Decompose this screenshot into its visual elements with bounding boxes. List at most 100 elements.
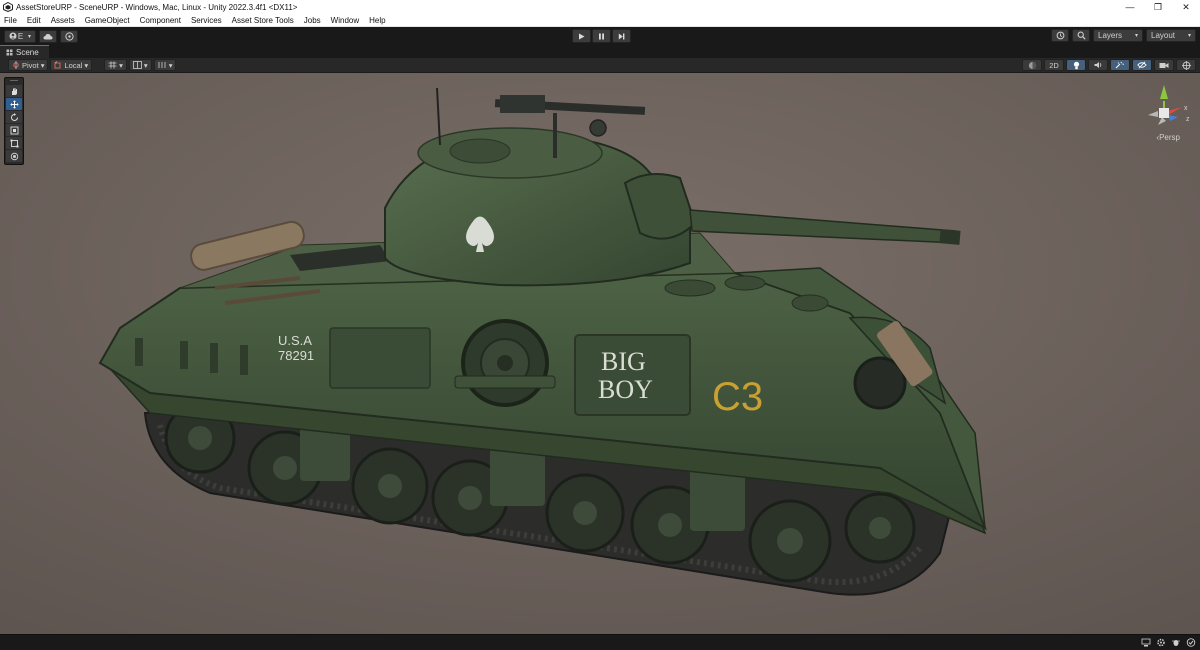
light-bulb-icon — [1073, 61, 1079, 69]
chevron-down-icon: ▾ — [1187, 33, 1191, 39]
menu-help[interactable]: Help — [364, 14, 390, 27]
hand-icon — [11, 87, 17, 95]
scene-icon — [6, 49, 13, 55]
account-icon — [9, 32, 17, 40]
transform-tool-button[interactable] — [6, 150, 22, 162]
snap-icon — [158, 62, 166, 68]
collab-button[interactable] — [60, 29, 78, 43]
pivot-icon — [13, 61, 19, 69]
play-icon — [579, 33, 585, 39]
draw-mode-dropdown[interactable] — [1022, 59, 1042, 71]
step-button[interactable] — [612, 29, 631, 43]
menu-gameobject[interactable]: GameObject — [80, 14, 135, 27]
local-icon — [55, 61, 61, 69]
chevron-down-icon: ▾ — [119, 60, 123, 70]
menu-bar: File Edit Assets GameObject Component Se… — [0, 14, 1200, 27]
tab-scene-label: Scene — [16, 47, 39, 57]
view-tool-button[interactable] — [6, 85, 22, 97]
play-controls — [572, 29, 631, 43]
menu-services[interactable]: Services — [186, 14, 227, 27]
chevron-down-icon: ▾ — [40, 60, 45, 70]
layers-dropdown[interactable]: Layers ▾ — [1093, 29, 1143, 42]
status-bar — [0, 634, 1200, 650]
tab-scene[interactable]: Scene — [0, 45, 49, 58]
effects-dropdown[interactable] — [1110, 59, 1130, 71]
audio-toggle[interactable] — [1088, 59, 1108, 71]
orientation-gizmo[interactable]: x z — [1134, 81, 1194, 153]
eye-slash-icon — [1137, 61, 1147, 69]
lighting-toggle[interactable] — [1066, 59, 1086, 71]
tank-nickname-boy: BOY — [598, 375, 653, 404]
rotate-icon — [10, 112, 18, 121]
camera-projection-label[interactable]: ‹Persp — [1156, 133, 1180, 142]
search-button[interactable] — [1072, 29, 1090, 42]
menu-component[interactable]: Component — [135, 14, 186, 27]
grid-snap-button[interactable]: ▾ — [104, 59, 127, 71]
check-icon[interactable] — [1186, 638, 1196, 647]
history-button[interactable] — [1051, 29, 1069, 42]
account-label: E — [17, 31, 24, 41]
pivot-dropdown[interactable]: Pivot ▾ — [8, 59, 49, 71]
network-icon[interactable] — [1141, 638, 1151, 647]
move-tool-button[interactable] — [6, 98, 22, 110]
gizmos-icon — [1181, 60, 1191, 70]
gizmo-axis-z: z — [1186, 116, 1190, 123]
chevron-down-icon: ▾ — [84, 60, 89, 70]
menu-jobs[interactable]: Jobs — [299, 14, 326, 27]
account-dropdown[interactable]: E ▾ — [4, 29, 36, 43]
tank-model[interactable]: U.S.A 78291 BIG BOY C3 — [0, 73, 1200, 634]
scene-visibility-toggle[interactable] — [1132, 59, 1152, 71]
camera-dropdown[interactable] — [1154, 59, 1174, 71]
menu-assets[interactable]: Assets — [46, 14, 80, 27]
transform-tools — [4, 77, 24, 165]
hull-text-usa: U.S.A — [278, 333, 312, 348]
debug-icon[interactable] — [1171, 638, 1181, 647]
menu-edit[interactable]: Edit — [22, 14, 46, 27]
menu-file[interactable]: File — [0, 14, 22, 27]
layout-label: Layout — [1151, 31, 1176, 40]
chevron-down-icon: ▾ — [1134, 33, 1138, 39]
rect-transform-icon — [10, 139, 18, 147]
minimize-button[interactable]: — — [1116, 0, 1144, 14]
rect-tool-button[interactable] — [6, 137, 22, 149]
title-bar: AssetStoreURP - SceneURP - Windows, Mac,… — [0, 0, 1200, 14]
menu-window[interactable]: Window — [326, 14, 364, 27]
pause-button[interactable] — [592, 29, 611, 43]
play-button[interactable] — [572, 29, 591, 43]
scene-viewport[interactable]: U.S.A 78291 BIG BOY C3 x z ‹Persp — [0, 73, 1200, 634]
local-label: Local — [64, 60, 83, 70]
menu-asset-store-tools[interactable]: Asset Store Tools — [227, 14, 299, 27]
gizmos-dropdown[interactable] — [1176, 59, 1196, 71]
collab-icon — [64, 31, 74, 41]
drag-handle[interactable] — [10, 80, 18, 83]
close-button[interactable]: ✕ — [1172, 0, 1200, 14]
tab-bar: Scene — [0, 45, 1200, 58]
search-icon — [1077, 31, 1086, 40]
local-dropdown[interactable]: Local ▾ — [50, 59, 93, 71]
layout-dropdown[interactable]: Layout ▾ — [1146, 29, 1196, 42]
scene-toolbar: Pivot ▾ Local ▾ ▾ ▾ ▾ 2D — [0, 58, 1200, 73]
grid-snap-icon — [108, 61, 117, 69]
layers-label: Layers — [1098, 31, 1123, 40]
transform-icon — [10, 152, 18, 160]
rotate-tool-button[interactable] — [6, 111, 22, 123]
settings-icon[interactable] — [1156, 638, 1166, 647]
scale-icon — [10, 126, 18, 134]
main-toolbar: E ▾ Layers ▾ Layout ▾ — [0, 27, 1200, 45]
persp-label: Persp — [1159, 133, 1180, 142]
effects-icon — [1115, 61, 1124, 69]
window-title: AssetStoreURP - SceneURP - Windows, Mac,… — [16, 2, 298, 12]
tank-callsign: C3 — [712, 375, 763, 419]
cloud-button[interactable] — [39, 29, 57, 43]
increment-snap-button[interactable]: ▾ — [153, 59, 177, 71]
shaded-sphere-icon — [1028, 61, 1036, 69]
grid-visibility-button[interactable]: ▾ — [128, 59, 152, 71]
cloud-icon — [43, 33, 53, 39]
pause-icon — [599, 33, 604, 39]
restore-button[interactable]: ❐ — [1144, 0, 1172, 14]
scale-tool-button[interactable] — [6, 124, 22, 136]
mode-2d-toggle[interactable]: 2D — [1044, 59, 1064, 71]
pivot-label: Pivot — [22, 60, 39, 70]
step-icon — [618, 33, 625, 39]
history-icon — [1056, 31, 1064, 40]
